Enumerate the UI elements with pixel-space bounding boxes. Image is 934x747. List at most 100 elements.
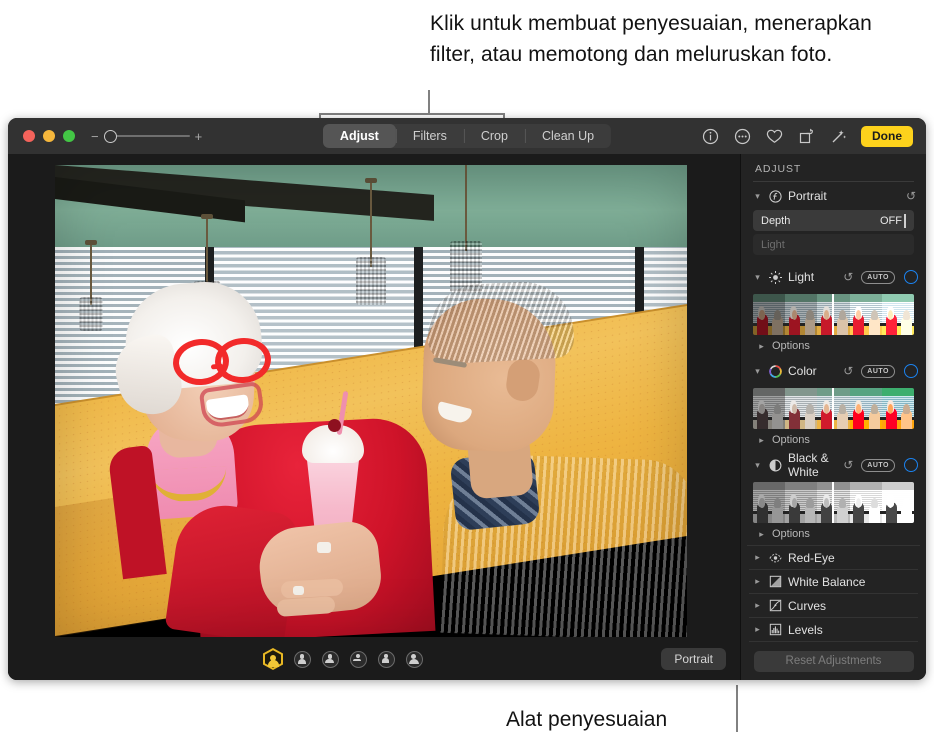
lighting-option-stage-light[interactable] bbox=[350, 650, 367, 668]
chevron-right-icon[interactable]: ▸ bbox=[757, 529, 766, 540]
rotate-icon[interactable] bbox=[797, 127, 816, 146]
revert-icon-portrait[interactable]: ↺ bbox=[906, 189, 916, 203]
reset-adjustments-button[interactable]: Reset Adjustments bbox=[753, 650, 914, 672]
auto-button-bw[interactable]: AUTO bbox=[861, 458, 895, 472]
light-options-row[interactable]: ▸ Options bbox=[749, 335, 918, 357]
toolbar-actions: Done bbox=[701, 125, 913, 147]
tab-filters[interactable]: Filters bbox=[395, 124, 464, 148]
chevron-right-icon[interactable]: ▸ bbox=[753, 600, 762, 611]
sun-icon bbox=[768, 270, 782, 284]
light-thumbnail-strip[interactable] bbox=[753, 294, 914, 335]
chevron-down-icon[interactable]: ▾ bbox=[753, 366, 762, 377]
adjust-panel-scroll[interactable]: ADJUST ▾ Portrait ↺ Depth OFF Light ▾ Li… bbox=[741, 154, 926, 642]
bottom-toolbar: Portrait bbox=[8, 638, 740, 680]
favorite-heart-icon[interactable] bbox=[765, 127, 784, 146]
revert-icon-color[interactable]: ↺ bbox=[843, 364, 853, 378]
chevron-right-icon[interactable]: ▸ bbox=[753, 552, 762, 563]
zoom-in-icon[interactable]: + bbox=[195, 130, 203, 143]
bw-thumb-2[interactable] bbox=[785, 482, 818, 523]
auto-button-light[interactable]: AUTO bbox=[861, 270, 895, 284]
portrait-depth-value: OFF bbox=[880, 214, 902, 227]
row-red-eye-label: Red-Eye bbox=[788, 550, 835, 565]
section-light-label: Light bbox=[788, 270, 815, 284]
section-black-and-white-header[interactable]: ▾ Black & White ↺ AUTO bbox=[749, 451, 918, 479]
bw-strip-playhead[interactable] bbox=[831, 482, 834, 523]
done-button[interactable]: Done bbox=[861, 125, 913, 147]
tab-adjust[interactable]: Adjust bbox=[322, 124, 396, 148]
chevron-down-icon[interactable]: ▾ bbox=[753, 191, 762, 202]
callout-leader-horizontal bbox=[319, 113, 505, 115]
zoom-slider-knob[interactable] bbox=[103, 129, 117, 143]
window-body: Portrait ADJUST ▾ Portrait ↺ Depth OFF L… bbox=[8, 154, 926, 680]
color-thumbnail-strip[interactable] bbox=[753, 388, 914, 429]
zoom-out-icon[interactable]: − bbox=[91, 130, 99, 143]
light-thumb-4[interactable] bbox=[849, 294, 882, 335]
pendant-lamp-1 bbox=[77, 240, 105, 331]
section-color-header[interactable]: ▾ Color ↺ AUTO bbox=[749, 357, 918, 385]
maximize-window-button[interactable] bbox=[63, 130, 75, 142]
depth-slider-caret[interactable] bbox=[904, 213, 906, 228]
enhance-wand-icon[interactable] bbox=[829, 127, 848, 146]
edit-mode-tabs: Adjust Filters Crop Clean Up bbox=[322, 124, 612, 148]
portrait-mode-badge[interactable]: Portrait bbox=[661, 648, 726, 670]
lighting-option-natural-light[interactable] bbox=[294, 650, 311, 668]
auto-button-color[interactable]: AUTO bbox=[861, 364, 895, 378]
color-thumb-4[interactable] bbox=[849, 388, 882, 429]
light-toggle-ring[interactable] bbox=[904, 270, 918, 284]
tab-clean-up[interactable]: Clean Up bbox=[524, 124, 611, 148]
section-portrait-header[interactable]: ▾ Portrait ↺ bbox=[749, 182, 918, 210]
color-thumb-5[interactable] bbox=[881, 388, 914, 429]
photo-viewer[interactable] bbox=[55, 165, 687, 637]
section-light-header[interactable]: ▾ Light ↺ AUTO bbox=[749, 263, 918, 291]
chevron-down-icon[interactable]: ▾ bbox=[753, 460, 762, 471]
row-red-eye[interactable]: ▸ Red-Eye bbox=[749, 546, 918, 569]
tab-crop[interactable]: Crop bbox=[463, 124, 525, 148]
row-white-balance[interactable]: ▸ White Balance bbox=[749, 569, 918, 593]
lighting-option-studio-light[interactable] bbox=[263, 648, 283, 670]
lighting-option-stage-light-mono[interactable] bbox=[378, 650, 395, 668]
portrait-depth-row[interactable]: Depth OFF bbox=[753, 210, 914, 231]
section-color: ▾ Color ↺ AUTO ▸ Options bbox=[741, 357, 926, 451]
color-toggle-ring[interactable] bbox=[904, 364, 918, 378]
woman-finger-2 bbox=[280, 578, 344, 599]
chevron-right-icon[interactable]: ▸ bbox=[753, 624, 762, 635]
bw-thumb-4[interactable] bbox=[849, 482, 882, 523]
revert-icon-bw[interactable]: ↺ bbox=[843, 458, 853, 472]
portrait-light-row[interactable]: Light bbox=[753, 234, 914, 255]
light-thumb-2[interactable] bbox=[785, 294, 818, 335]
bw-options-row[interactable]: ▸ Options bbox=[749, 523, 918, 545]
close-window-button[interactable] bbox=[23, 130, 35, 142]
revert-icon-light[interactable]: ↺ bbox=[843, 270, 853, 284]
row-levels[interactable]: ▸ Levels bbox=[749, 617, 918, 641]
bw-thumb-5[interactable] bbox=[881, 482, 914, 523]
zoom-slider-control[interactable]: − + bbox=[91, 129, 203, 143]
bw-thumbnail-strip[interactable] bbox=[753, 482, 914, 523]
bw-thumb-1[interactable] bbox=[753, 482, 786, 523]
light-strip-playhead[interactable] bbox=[831, 294, 834, 335]
color-thumb-2[interactable] bbox=[785, 388, 818, 429]
white-balance-icon bbox=[768, 575, 782, 589]
bw-toggle-ring[interactable] bbox=[904, 458, 918, 472]
window-toolbar: − + Adjust Filters Crop Clean Up Done bbox=[8, 118, 926, 155]
color-options-row[interactable]: ▸ Options bbox=[749, 429, 918, 451]
chevron-right-icon[interactable]: ▸ bbox=[757, 435, 766, 446]
info-icon[interactable] bbox=[701, 127, 720, 146]
panel-title: ADJUST bbox=[755, 163, 802, 175]
light-thumb-5[interactable] bbox=[881, 294, 914, 335]
callout-bottom-stem bbox=[736, 685, 738, 732]
color-thumb-1[interactable] bbox=[753, 388, 786, 429]
section-black-and-white-label: Black & White bbox=[788, 451, 829, 479]
row-curves[interactable]: ▸ Curves bbox=[749, 593, 918, 617]
chevron-down-icon[interactable]: ▾ bbox=[753, 272, 762, 283]
zoom-slider-track[interactable] bbox=[103, 129, 190, 143]
photo-stage: Portrait bbox=[8, 154, 740, 680]
color-strip-playhead[interactable] bbox=[831, 388, 834, 429]
more-options-icon[interactable] bbox=[733, 127, 752, 146]
light-thumb-1[interactable] bbox=[753, 294, 786, 335]
minimize-window-button[interactable] bbox=[43, 130, 55, 142]
chevron-right-icon[interactable]: ▸ bbox=[757, 341, 766, 352]
bw-options-label: Options bbox=[772, 528, 810, 540]
lighting-option-contour-light[interactable] bbox=[322, 650, 339, 668]
lighting-option-high-key-mono[interactable] bbox=[406, 650, 423, 668]
chevron-right-icon[interactable]: ▸ bbox=[753, 576, 762, 587]
